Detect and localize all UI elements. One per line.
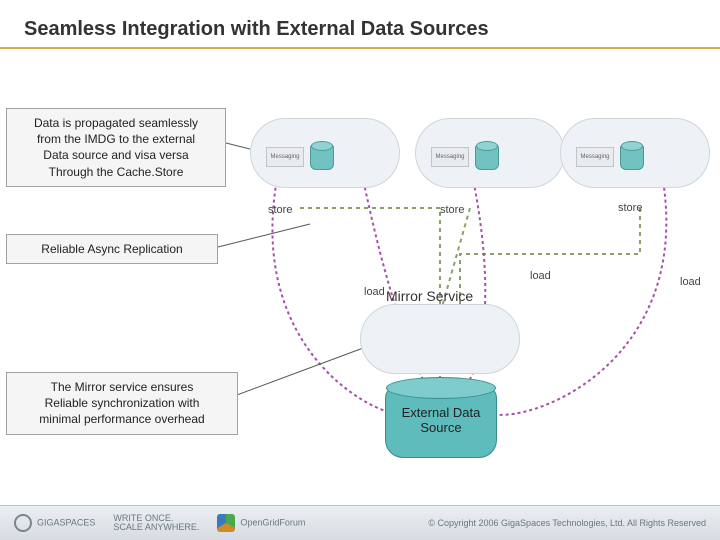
ogf-logo: OpenGridForum (217, 514, 305, 532)
callout-replication: Reliable Async Replication (6, 234, 218, 264)
page-title: Seamless Integration with External Data … (0, 0, 720, 49)
external-data-source-label: External Data Source (386, 405, 496, 435)
mirror-service-cloud (360, 304, 520, 374)
load-label: load (680, 276, 701, 288)
copyright: © Copyright 2006 GigaSpaces Technologies… (428, 518, 706, 528)
processing-unit-2: Messaging (415, 118, 565, 188)
store-label: store (268, 204, 292, 216)
mirror-service-label: Mirror Service (386, 288, 473, 304)
processing-unit-3: Messaging (560, 118, 710, 188)
store-label: store (440, 204, 464, 216)
callout-mirror: The Mirror service ensures Reliable sync… (6, 372, 238, 435)
diagram-canvas: Data is propagated seamlessly from the I… (0, 54, 720, 494)
imdg-cylinder (310, 144, 334, 170)
messaging-box: Messaging (576, 147, 614, 167)
company-logo: GIGASPACES (14, 514, 95, 532)
footer: GIGASPACES WRITE ONCE. SCALE ANYWHERE. O… (0, 505, 720, 540)
store-label: store (618, 202, 642, 214)
tagline: WRITE ONCE. SCALE ANYWHERE. (113, 514, 199, 532)
imdg-cylinder (620, 144, 644, 170)
imdg-cylinder (475, 144, 499, 170)
load-label: load (530, 270, 551, 282)
callout-propagation: Data is propagated seamlessly from the I… (6, 108, 226, 187)
processing-unit-1: Messaging (250, 118, 400, 188)
messaging-box: Messaging (431, 147, 469, 167)
external-data-source: External Data Source (385, 386, 497, 458)
load-label: load (364, 286, 385, 298)
messaging-box: Messaging (266, 147, 304, 167)
